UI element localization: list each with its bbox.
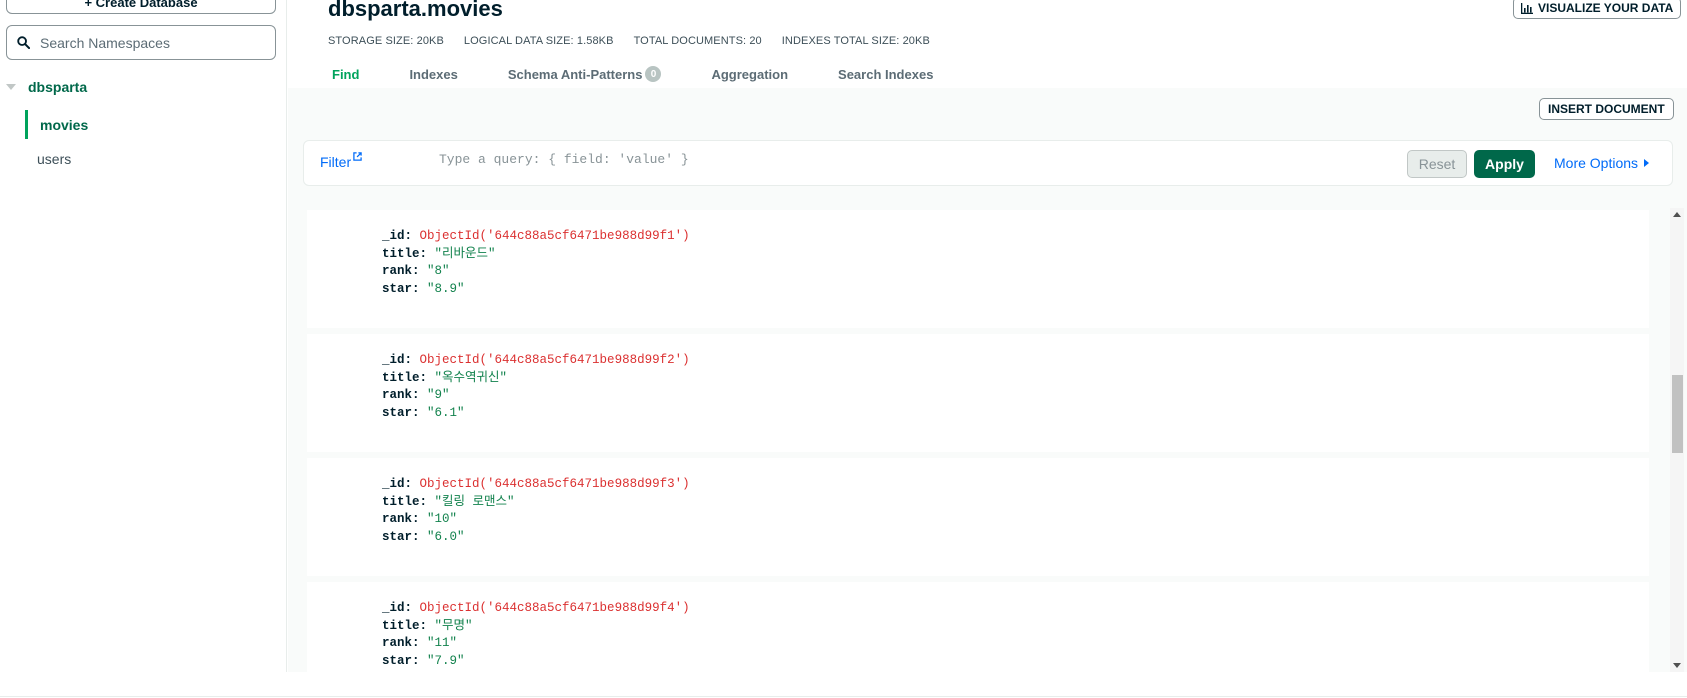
field-value-id: ObjectId('644c88a5cf6471be988d99f2') bbox=[419, 353, 690, 367]
document-card[interactable]: _id: ObjectId('644c88a5cf6471be988d99f4'… bbox=[307, 582, 1649, 672]
field-key: rank: bbox=[382, 512, 420, 526]
caret-right-icon bbox=[1644, 159, 1650, 167]
field-value-star: "7.9" bbox=[427, 653, 465, 668]
search-icon bbox=[17, 36, 30, 49]
create-database-button[interactable]: + Create Database bbox=[6, 0, 276, 14]
total-documents: TOTAL DOCUMENTS: 20 bbox=[633, 35, 762, 47]
field-value-star: "6.1" bbox=[427, 405, 465, 420]
field-key: title: bbox=[382, 246, 428, 261]
field-key: star: bbox=[382, 281, 420, 296]
field-value-star: "6.0" bbox=[427, 529, 465, 544]
visualize-data-button[interactable]: VISUALIZE YOUR DATA bbox=[1513, 0, 1682, 19]
database-name: dbsparta bbox=[28, 79, 88, 95]
collection-stats: STORAGE SIZE: 20KB LOGICAL DATA SIZE: 1.… bbox=[328, 35, 930, 47]
visualize-data-label: VISUALIZE YOUR DATA bbox=[1538, 1, 1674, 15]
page-title: dbsparta.movies bbox=[328, 0, 503, 21]
logical-data-size: LOGICAL DATA SIZE: 1.58KB bbox=[463, 35, 614, 47]
document-card[interactable]: _id: ObjectId('644c88a5cf6471be988d99f1'… bbox=[307, 210, 1649, 328]
field-value-rank: "11" bbox=[427, 636, 458, 650]
chevron-down-icon[interactable] bbox=[6, 84, 16, 90]
scroll-up-icon[interactable] bbox=[1673, 212, 1681, 217]
insert-document-button[interactable]: INSERT DOCUMENT bbox=[1539, 98, 1674, 120]
collection-tabs: Find Indexes Schema Anti-Patterns 0 Aggr… bbox=[332, 66, 983, 82]
field-key: rank: bbox=[382, 388, 420, 402]
field-key: _id: bbox=[382, 229, 413, 243]
field-key: _id: bbox=[382, 477, 413, 491]
filter-link[interactable]: Filter bbox=[320, 152, 362, 170]
field-key: _id: bbox=[382, 601, 413, 615]
field-key: title: bbox=[382, 494, 428, 509]
field-value-id: ObjectId('644c88a5cf6471be988d99f3') bbox=[419, 477, 690, 491]
divider bbox=[0, 696, 1687, 697]
field-key: _id: bbox=[382, 353, 413, 367]
field-value-id: ObjectId('644c88a5cf6471be988d99f4') bbox=[419, 601, 690, 615]
indexes-total-size: INDEXES TOTAL SIZE: 20KB bbox=[781, 35, 930, 47]
field-value-title: "리바운드" bbox=[434, 246, 496, 261]
sidebar-collection-users[interactable]: users bbox=[37, 151, 71, 167]
namespace-search[interactable] bbox=[6, 25, 276, 60]
field-key: star: bbox=[382, 405, 420, 420]
field-key: title: bbox=[382, 370, 428, 385]
field-key: title: bbox=[382, 618, 428, 633]
field-value-star: "8.9" bbox=[427, 281, 465, 296]
field-value-title: "옥수역귀신" bbox=[434, 370, 508, 385]
storage-size: STORAGE SIZE: 20KB bbox=[328, 35, 444, 47]
sidebar: + Create Database dbsparta movies users bbox=[0, 0, 287, 672]
field-value-rank: "8" bbox=[427, 264, 450, 278]
field-key: rank: bbox=[382, 636, 420, 650]
filter-label: Filter bbox=[320, 154, 352, 170]
field-value-title: "킬링 로맨스" bbox=[434, 494, 515, 509]
more-options-label: More Options bbox=[1554, 155, 1639, 171]
tab-aggregation[interactable]: Aggregation bbox=[711, 66, 788, 82]
field-key: star: bbox=[382, 529, 420, 544]
document-card[interactable]: _id: ObjectId('644c88a5cf6471be988d99f3'… bbox=[307, 458, 1649, 576]
apply-button[interactable]: Apply bbox=[1474, 150, 1535, 178]
scrollbar-thumb[interactable] bbox=[1672, 375, 1683, 453]
scroll-down-icon[interactable] bbox=[1673, 663, 1681, 668]
tab-schema-anti-patterns-label: Schema Anti-Patterns bbox=[507, 66, 643, 82]
document-list-scrollbar[interactable] bbox=[1670, 208, 1684, 672]
field-key: star: bbox=[382, 653, 420, 668]
more-options-button[interactable]: More Options bbox=[1554, 155, 1650, 171]
search-namespaces-input[interactable] bbox=[40, 34, 260, 51]
sidebar-collection-movies[interactable]: movies bbox=[25, 110, 88, 139]
reset-button[interactable]: Reset bbox=[1407, 150, 1467, 178]
field-value-id: ObjectId('644c88a5cf6471be988d99f1') bbox=[419, 229, 690, 243]
query-input[interactable] bbox=[439, 152, 1239, 167]
field-value-title: "무명" bbox=[434, 618, 473, 633]
field-key: rank: bbox=[382, 264, 420, 278]
tab-schema-anti-patterns[interactable]: Schema Anti-Patterns 0 bbox=[508, 66, 662, 82]
bar-chart-icon bbox=[1521, 2, 1533, 14]
tab-find[interactable]: Find bbox=[332, 66, 359, 82]
tab-search-indexes[interactable]: Search Indexes bbox=[838, 66, 933, 82]
filter-bar: Filter Reset Apply More Options bbox=[303, 140, 1673, 186]
count-badge: 0 bbox=[645, 66, 662, 82]
tab-indexes[interactable]: Indexes bbox=[409, 66, 457, 82]
document-list: _id: ObjectId('644c88a5cf6471be988d99f1'… bbox=[307, 210, 1649, 672]
field-value-rank: "10" bbox=[427, 512, 458, 526]
field-value-rank: "9" bbox=[427, 388, 450, 402]
document-card[interactable]: _id: ObjectId('644c88a5cf6471be988d99f2'… bbox=[307, 334, 1649, 452]
external-link-icon bbox=[353, 152, 362, 161]
sidebar-database-dbsparta[interactable]: dbsparta bbox=[6, 79, 87, 95]
